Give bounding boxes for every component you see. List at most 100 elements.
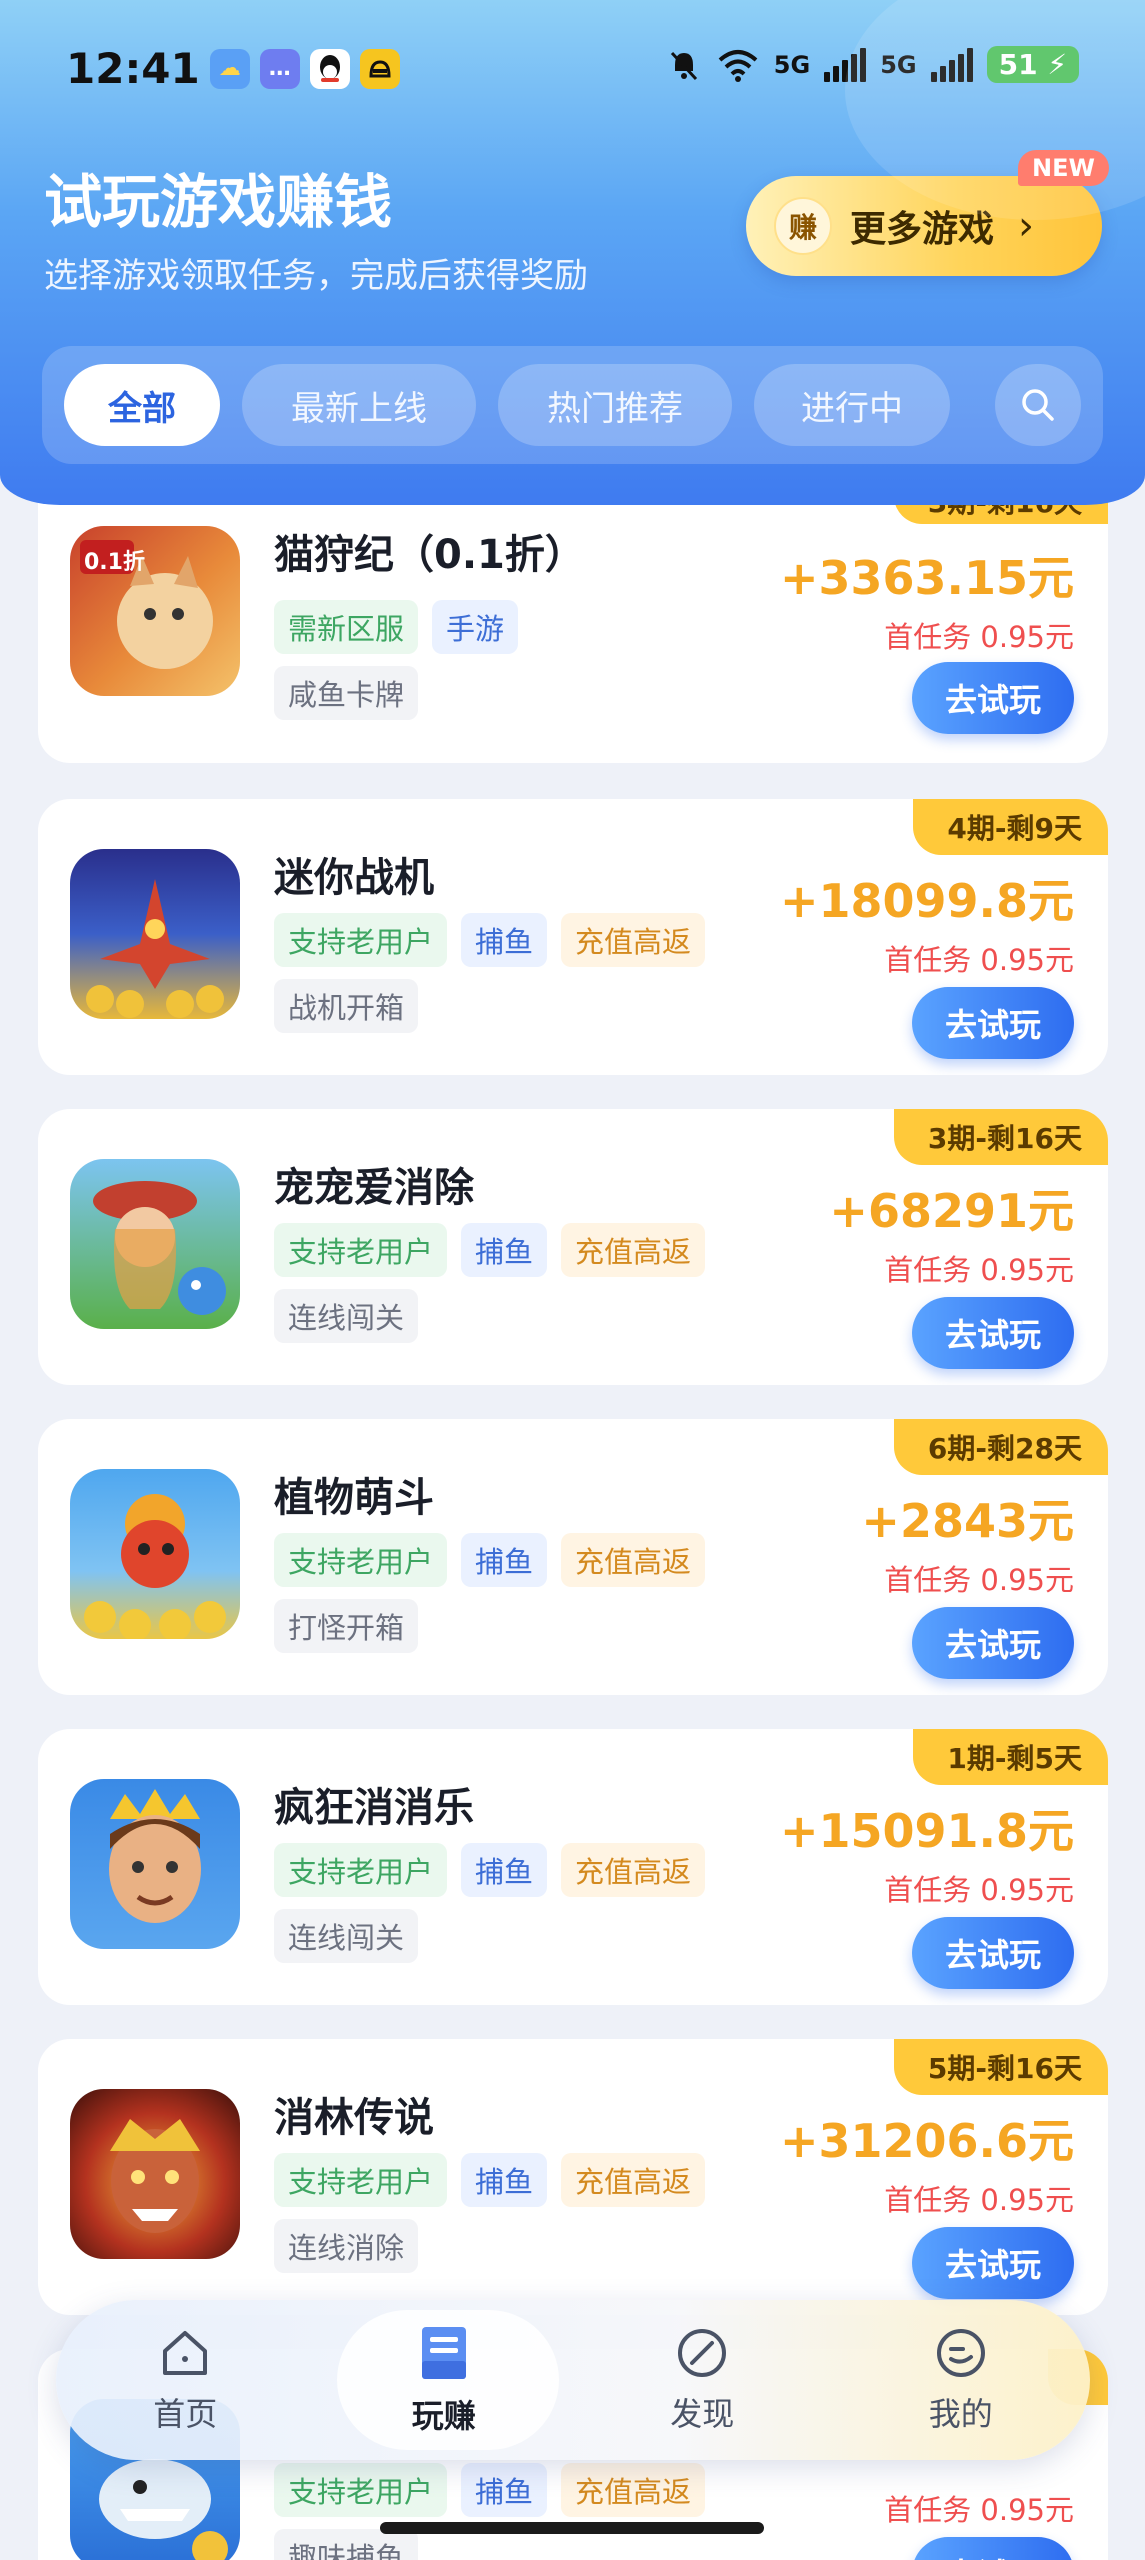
- document-icon: [421, 2327, 466, 2379]
- tag: 充值高返: [561, 1223, 706, 1277]
- tab-in-progress[interactable]: 进行中: [754, 364, 950, 446]
- search-icon: [1022, 389, 1054, 421]
- nav-label: 我的: [928, 2395, 993, 2433]
- nav-mine[interactable]: 我的: [832, 2300, 1091, 2460]
- nav-label: 首页: [153, 2395, 218, 2433]
- try-button[interactable]: 去试玩: [912, 2537, 1074, 2560]
- try-button[interactable]: 去试玩: [912, 1917, 1074, 1989]
- category-tag: 打怪开箱: [274, 1599, 419, 1653]
- mute-icon: [670, 51, 697, 80]
- reward-amount: +15091.8元: [779, 1804, 1074, 1858]
- game-icon: [70, 1779, 240, 1949]
- period-badge: 5期-剩16天: [893, 2039, 1108, 2095]
- tag: 充值高返: [561, 913, 706, 967]
- tag-list: 支持老用户 捕鱼 充值高返: [274, 1223, 706, 1277]
- reward-amount: +3363.15元: [779, 551, 1074, 605]
- earn-badge-icon: 赚: [774, 197, 832, 255]
- tag-list: 需新区服 手游: [274, 600, 519, 654]
- tag: 充值高返: [561, 1533, 706, 1587]
- status-right: 5G 5G 51 ⚡: [666, 46, 1079, 83]
- reward-amount: +18099.8元: [779, 874, 1074, 928]
- nav-play-earn[interactable]: 玩赚: [315, 2300, 574, 2460]
- clock: 12:41: [66, 44, 200, 93]
- game-card[interactable]: 宠宠爱消除 支持老用户 捕鱼 充值高返 连线闯关 3期-剩16天 +68291元…: [38, 1109, 1108, 1385]
- tag: 支持老用户: [274, 1843, 448, 1897]
- tag: 手游: [432, 600, 519, 654]
- first-task-reward: 首任务 0.95元: [884, 1873, 1074, 1907]
- app-notification-icon: [359, 48, 400, 89]
- tag: 支持老用户: [274, 2463, 448, 2517]
- first-task-reward: 首任务 0.95元: [884, 1253, 1074, 1287]
- game-name: 迷你战机: [274, 855, 434, 901]
- category-tag: 连线闯关: [274, 1909, 419, 1963]
- game-card[interactable]: 迷你战机 支持老用户 捕鱼 充值高返 战机开箱 4期-剩9天 +18099.8元…: [38, 799, 1108, 1075]
- page-header: 12:41 ☁ … 5G 5G 51 ⚡ 试玩游戏赚钱 选择游戏领取任务，完成后…: [0, 0, 1145, 505]
- tag: 支持老用户: [274, 1223, 448, 1277]
- game-card[interactable]: 消林传说 支持老用户 捕鱼 充值高返 连线消除 5期-剩16天 +31206.6…: [38, 2039, 1108, 2315]
- status-time-group: 12:41 ☁ …: [66, 44, 400, 93]
- battery-indicator: 51 ⚡: [986, 46, 1079, 83]
- category-tag: 咸鱼卡牌: [274, 666, 419, 720]
- reward-amount: +31206.6元: [779, 2114, 1074, 2168]
- first-task-reward: 首任务 0.95元: [884, 2493, 1074, 2527]
- compass-icon: [678, 2329, 727, 2377]
- tag: 充值高返: [561, 2463, 706, 2517]
- weather-icon: ☁: [209, 48, 250, 89]
- filter-tabs: 全部 最新上线 热门推荐 进行中: [42, 346, 1103, 464]
- tag-list: 支持老用户 捕鱼 充值高返: [274, 1533, 706, 1587]
- tag: 支持老用户: [274, 1533, 448, 1587]
- game-icon: [70, 1469, 240, 1639]
- period-badge: 3期-剩16天: [893, 1109, 1108, 1165]
- search-button[interactable]: [995, 364, 1081, 446]
- period-badge: 1期-剩5天: [913, 1729, 1108, 1785]
- signal-icon: [824, 47, 867, 82]
- tag: 捕鱼: [461, 1533, 548, 1587]
- user-face-icon: [936, 2329, 985, 2377]
- page-title: 试玩游戏赚钱: [44, 168, 393, 236]
- try-button[interactable]: 去试玩: [912, 2227, 1074, 2299]
- page-subtitle: 选择游戏领取任务，完成后获得奖励: [44, 256, 588, 296]
- nav-label: 发现: [670, 2395, 735, 2433]
- try-button[interactable]: 去试玩: [912, 662, 1074, 734]
- more-games-label: 更多游戏: [850, 209, 995, 250]
- first-task-reward: 首任务 0.95元: [884, 620, 1074, 654]
- game-card[interactable]: 0.1折 猫狩纪（0.1折） 需新区服 手游 咸鱼卡牌 3期-剩16天 +336…: [38, 470, 1108, 763]
- network-label: 5G: [773, 50, 811, 79]
- try-button[interactable]: 去试玩: [912, 1607, 1074, 1679]
- game-name: 猫狩纪（0.1折）: [274, 532, 585, 578]
- status-bar: 12:41 ☁ … 5G 5G 51 ⚡: [0, 0, 1145, 140]
- network-label: 5G: [880, 50, 917, 79]
- game-card[interactable]: 疯狂消消乐 支持老用户 捕鱼 充值高返 连线闯关 1期-剩5天 +15091.8…: [38, 1729, 1108, 2005]
- icon-discount-label: 0.1折: [84, 550, 145, 575]
- chevron-right-icon: ›: [1018, 203, 1035, 249]
- first-task-reward: 首任务 0.95元: [884, 2183, 1074, 2217]
- more-games-button[interactable]: 赚 更多游戏 ›: [746, 176, 1102, 276]
- tag: 充值高返: [561, 2153, 706, 2207]
- message-icon: …: [259, 48, 300, 89]
- nav-home[interactable]: 首页: [56, 2300, 315, 2460]
- nav-label: 玩赚: [411, 2397, 476, 2435]
- tab-newest[interactable]: 最新上线: [242, 364, 476, 446]
- tab-all[interactable]: 全部: [64, 364, 220, 446]
- tag: 需新区服: [274, 600, 419, 654]
- tag: 捕鱼: [461, 913, 548, 967]
- new-badge: NEW: [1018, 150, 1109, 186]
- game-icon: [70, 2089, 240, 2259]
- tab-hot[interactable]: 热门推荐: [498, 364, 732, 446]
- tag-list: 支持老用户 捕鱼 充值高返: [274, 2463, 706, 2517]
- home-icon: [163, 2331, 208, 2375]
- game-icon: 0.1折: [70, 526, 240, 696]
- tag: 捕鱼: [461, 2153, 548, 2207]
- home-indicator[interactable]: [380, 2522, 764, 2534]
- try-button[interactable]: 去试玩: [912, 987, 1074, 1059]
- game-card[interactable]: 植物萌斗 支持老用户 捕鱼 充值高返 打怪开箱 6期-剩28天 +2843元 首…: [38, 1419, 1108, 1695]
- tag: 捕鱼: [461, 1843, 548, 1897]
- wifi-icon: [718, 49, 758, 82]
- period-badge: 6期-剩28天: [893, 1419, 1108, 1475]
- tag: 支持老用户: [274, 2153, 448, 2207]
- game-icon: [70, 849, 240, 1019]
- try-button[interactable]: 去试玩: [912, 1297, 1074, 1369]
- game-name: 疯狂消消乐: [274, 1785, 474, 1831]
- category-tag: 战机开箱: [274, 979, 419, 1033]
- nav-discover[interactable]: 发现: [573, 2300, 832, 2460]
